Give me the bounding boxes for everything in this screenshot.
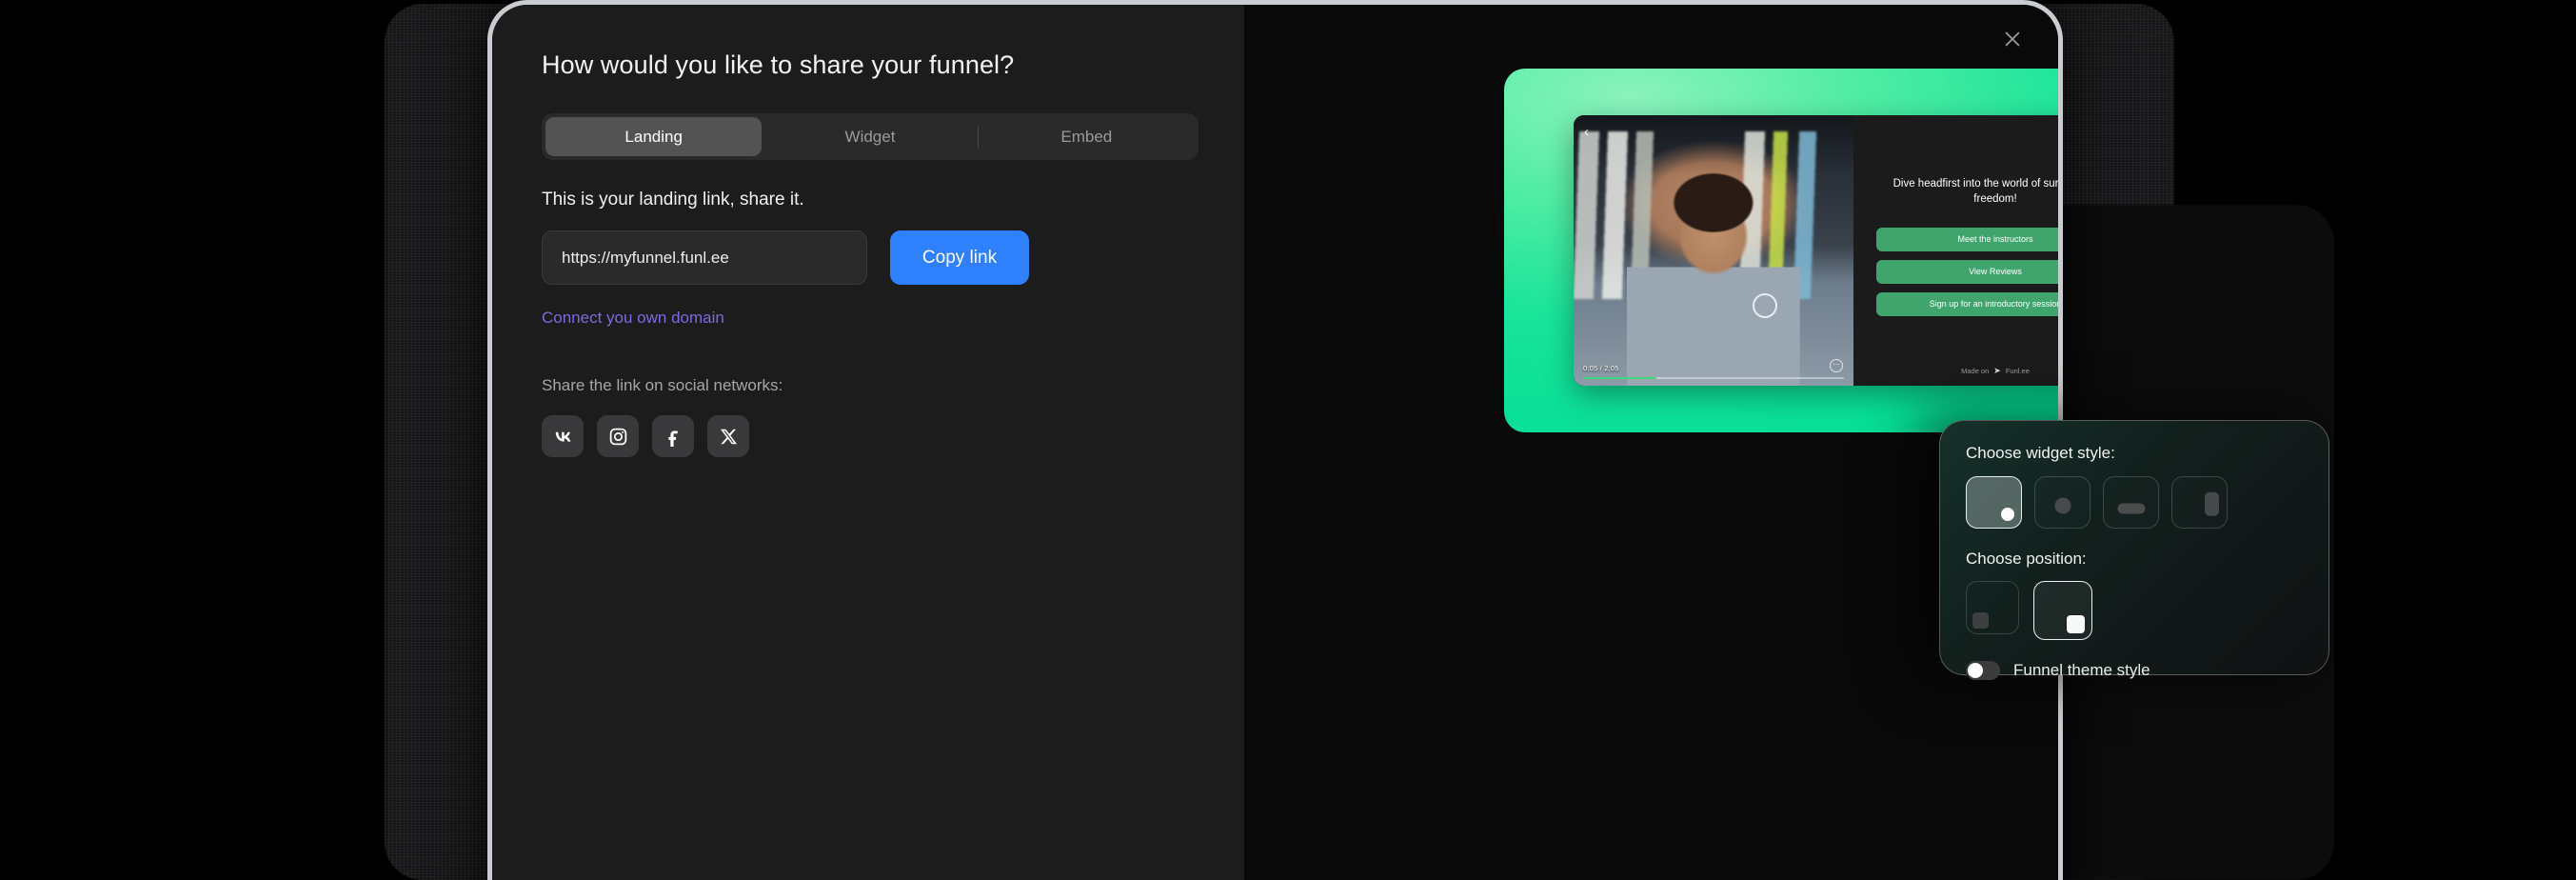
widget-settings-panel: Choose widget style: Choose position: Fu… — [1939, 420, 2329, 680]
tab-embed-label: Embed — [1060, 127, 1113, 146]
funnel-preview-canvas: ‹ ⋯ 0:05 / 2:05 Dive headfirst into the … — [1504, 69, 2062, 432]
funnel-theme-style-label: Funnel theme style — [2013, 661, 2150, 679]
tab-landing[interactable]: Landing — [545, 117, 763, 156]
video-controls: 0:05 / 2:05 — [1574, 364, 1853, 386]
widget-position-label: Choose position: — [1966, 550, 2087, 568]
tab-embed[interactable]: Embed — [979, 117, 1195, 156]
share-mode-tabs: Landing Widget Embed — [542, 113, 1199, 160]
position-bottom-left[interactable] — [1966, 581, 2019, 634]
widget-style-options — [1966, 476, 2303, 529]
toggle-knob — [1968, 663, 1983, 678]
share-vk-button[interactable] — [542, 415, 584, 457]
social-buttons — [542, 415, 1195, 457]
tab-widget[interactable]: Widget — [762, 117, 979, 156]
share-facebook-button[interactable] — [652, 415, 694, 457]
cta-signup-session[interactable]: Sign up for an introductory session — [1876, 291, 2058, 316]
connect-domain-link[interactable]: Connect you own domain — [542, 309, 724, 328]
landing-link-input[interactable] — [542, 230, 867, 285]
funl-brand-label: Funl.ee — [2005, 367, 2030, 375]
preview-cta-buttons: Meet the instructors View Reviews Sign u… — [1876, 227, 2058, 316]
video-timestamp: 0:05 / 2:05 — [1583, 364, 1619, 372]
vertical-rect-icon — [2205, 491, 2219, 516]
funnel-theme-style-toggle[interactable] — [1966, 661, 2000, 680]
page-title: How would you like to share your funnel? — [542, 50, 1015, 79]
widget-style-label: Choose widget style: — [1966, 444, 2115, 462]
cta-meet-instructors[interactable]: Meet the instructors — [1876, 227, 2058, 251]
style-vertical-rect[interactable] — [2171, 476, 2228, 529]
landing-link-subtitle: This is your landing link, share it. — [542, 190, 804, 210]
tab-landing-label: Landing — [624, 127, 683, 146]
circle-center-icon — [2054, 497, 2071, 514]
style-circle-bottom-right[interactable] — [1966, 476, 2022, 529]
instagram-icon — [608, 427, 628, 447]
preview-headline: Dive headfirst into the world of surfing… — [1892, 178, 2062, 206]
preview-video-photo — [1574, 115, 1853, 386]
funl-logo-icon: ➤ — [1993, 366, 2001, 375]
vk-icon — [552, 426, 574, 448]
position-bottom-right[interactable] — [2033, 581, 2092, 640]
modal-right-preview-panel: ‹ ⋯ 0:05 / 2:05 Dive headfirst into the … — [1244, 5, 2058, 880]
video-progress-fill — [1583, 377, 1656, 379]
tab-widget-label: Widget — [844, 127, 896, 146]
funnel-theme-toggle-row: Funnel theme style — [1966, 661, 2303, 680]
copy-link-button[interactable]: Copy link — [890, 230, 1029, 285]
funnel-preview-card: ‹ ⋯ 0:05 / 2:05 Dive headfirst into the … — [1574, 115, 2062, 386]
circle-indicator-icon — [2001, 508, 2014, 521]
chevron-left-icon[interactable]: ‹ — [1584, 125, 1589, 139]
video-progress-bar[interactable] — [1583, 377, 1844, 379]
bottom-left-marker-icon — [1972, 612, 1989, 629]
modal-left-panel: How would you like to share your funnel?… — [492, 5, 1244, 880]
pill-bar-icon — [2117, 503, 2145, 514]
widget-position-options — [1966, 581, 2303, 640]
preview-footer-badge: Made on ➤ Funl.ee — [1853, 366, 2058, 376]
made-on-label: Made on — [1961, 367, 1990, 375]
style-pill-bar[interactable] — [2103, 476, 2159, 529]
style-circle-center[interactable] — [2034, 476, 2091, 529]
cta-view-reviews[interactable]: View Reviews — [1876, 259, 2058, 284]
share-instagram-button[interactable] — [597, 415, 639, 457]
x-icon — [720, 428, 738, 446]
share-funnel-modal: How would you like to share your funnel?… — [487, 0, 2063, 880]
screenshot-root: How would you like to share your funnel?… — [0, 0, 2576, 880]
close-button[interactable] — [1995, 24, 2030, 58]
share-x-button[interactable] — [707, 415, 749, 457]
landing-link-row: Copy link — [542, 230, 1195, 285]
preview-video[interactable]: ‹ ⋯ 0:05 / 2:05 — [1574, 115, 1853, 386]
social-share-label: Share the link on social networks: — [542, 376, 783, 394]
facebook-icon — [664, 427, 684, 447]
close-icon — [2002, 29, 2023, 54]
preview-content-panel: Dive headfirst into the world of surfing… — [1853, 115, 2062, 386]
instructor-portrait — [1626, 169, 1801, 386]
bottom-right-marker-icon — [2067, 615, 2085, 633]
